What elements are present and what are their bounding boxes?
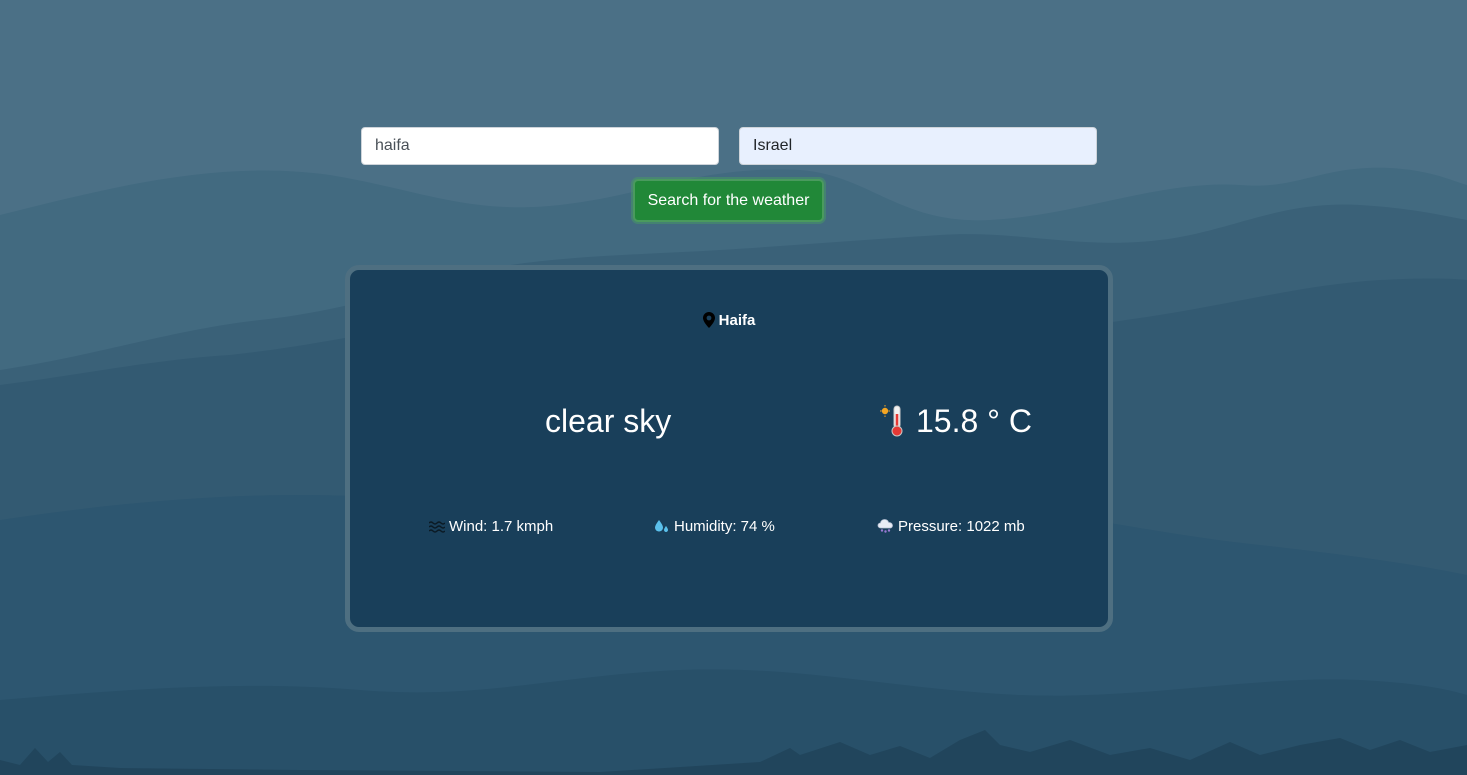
wind-value: Wind: 1.7 kmph xyxy=(449,518,554,535)
pressure-value: Pressure: 1022 mb xyxy=(898,518,1025,535)
weather-card: Haifa clear sky 15.8 ° C Wind: 1.7 kmph … xyxy=(345,265,1113,632)
pressure-stat: Pressure: 1022 mb xyxy=(877,518,1025,538)
temperature-display: 15.8 ° C xyxy=(880,403,1032,446)
map-pin-icon xyxy=(702,312,715,332)
temperature-value: 15.8 ° C xyxy=(916,403,1032,439)
humidity-stat: Humidity: 74 % xyxy=(654,518,775,538)
thermometer-icon xyxy=(880,404,906,446)
search-weather-button[interactable]: Search for the weather xyxy=(633,179,824,222)
cloud-icon xyxy=(877,518,894,538)
location-heading: Haifa xyxy=(350,312,1108,332)
wind-icon xyxy=(428,520,446,538)
humidity-value: Humidity: 74 % xyxy=(674,518,775,535)
weather-description: clear sky xyxy=(545,403,672,439)
droplet-icon xyxy=(654,518,670,538)
city-input[interactable] xyxy=(361,127,719,165)
wind-stat: Wind: 1.7 kmph xyxy=(428,518,554,538)
country-input[interactable] xyxy=(739,127,1097,165)
city-name: Haifa xyxy=(718,312,756,329)
